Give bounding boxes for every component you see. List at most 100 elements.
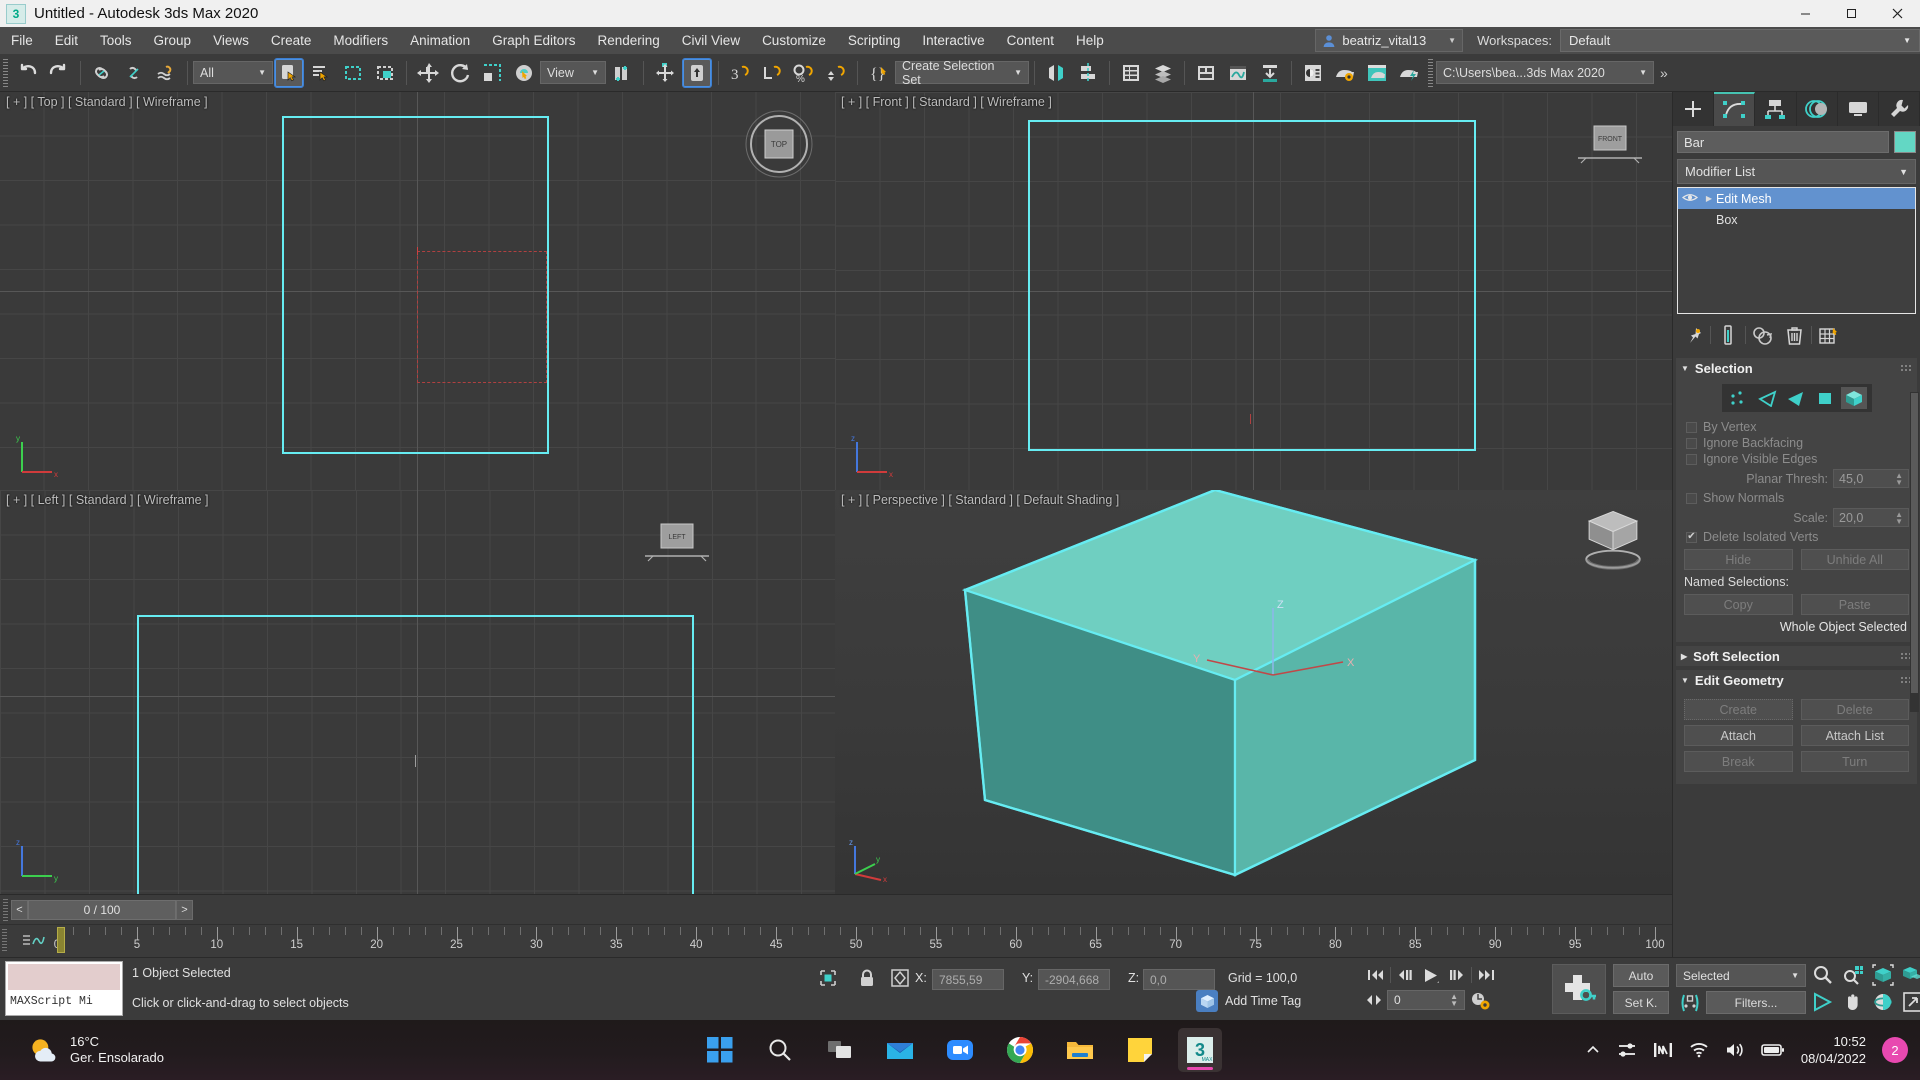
configure-sets-icon[interactable] [1815, 322, 1843, 348]
pan-hand-icon[interactable] [1842, 991, 1864, 1013]
zoom-app-button[interactable] [938, 1028, 982, 1072]
toolbar-overflow-button[interactable]: » [1660, 65, 1668, 81]
maxscript-mini-listener[interactable]: MAXScript Mi [5, 961, 123, 1016]
time-slider-drag-handle[interactable] [3, 898, 8, 921]
settings-sliders-icon[interactable] [1617, 1041, 1637, 1059]
break-button[interactable]: Break [1684, 751, 1793, 772]
maximize-viewport-icon[interactable] [1902, 991, 1920, 1013]
menu-item-edit[interactable]: Edit [44, 27, 89, 54]
undo-button[interactable] [12, 58, 42, 88]
time-slider-marker[interactable] [57, 927, 65, 953]
spinner-arrows-icon[interactable]: ▲ ▼ [1895, 471, 1903, 486]
menu-item-modifiers[interactable]: Modifiers [322, 27, 399, 54]
file-explorer-button[interactable] [1058, 1028, 1102, 1072]
hide-button[interactable]: Hide [1684, 549, 1793, 570]
object-color-swatch[interactable] [1894, 131, 1916, 153]
z-coord-field[interactable]: 0,0 [1143, 969, 1215, 990]
planar-thresh-field[interactable]: 45,0 ▲ ▼ [1833, 469, 1909, 488]
turn-button[interactable]: Turn [1800, 751, 1909, 772]
tab-motion[interactable] [1797, 92, 1838, 126]
intel-graphics-icon[interactable] [1653, 1041, 1673, 1059]
select-and-manipulate-button[interactable] [650, 58, 680, 88]
scale-field[interactable]: 20,0 ▲ ▼ [1833, 508, 1909, 527]
previous-frame-button[interactable] [1394, 964, 1416, 986]
rollout-header-soft-selection[interactable]: ▶ Soft Selection [1676, 646, 1917, 666]
scene-explorer-button[interactable] [1148, 58, 1178, 88]
delete-isolated-verts-checkbox[interactable]: ✔ [1686, 531, 1697, 543]
key-mode-toggle-icon[interactable] [1678, 992, 1702, 1014]
ignore-backfacing-row[interactable]: Ignore Backfacing [1686, 436, 1911, 450]
taskbar-search-button[interactable] [758, 1028, 802, 1072]
set-keys-button[interactable] [1552, 964, 1606, 1014]
start-button[interactable] [698, 1028, 742, 1072]
select-and-link-icon[interactable] [87, 58, 117, 88]
viewport-label-perspective[interactable]: [ + ] [ Perspective ] [ Standard ] [ Def… [841, 493, 1119, 507]
select-and-scale-button[interactable] [477, 58, 507, 88]
delete-isolated-verts-row[interactable]: ✔ Delete Isolated Verts [1686, 530, 1911, 544]
spinner-arrows-icon[interactable]: ▲ ▼ [1450, 993, 1458, 1008]
window-crossing-toggle-button[interactable] [370, 58, 400, 88]
show-normals-row[interactable]: Show Normals [1686, 491, 1911, 505]
use-pivot-point-center-button[interactable] [607, 58, 637, 88]
sub-object-face-button[interactable] [1783, 387, 1810, 409]
material-editor-button[interactable] [1298, 58, 1328, 88]
time-prev-frame-button[interactable]: < [11, 899, 28, 920]
track-bar-drag-handle[interactable] [2, 929, 7, 953]
sub-object-edge-button[interactable] [1754, 387, 1781, 409]
viewport-front[interactable]: [ + ] [ Front ] [ Standard ] [ Wireframe… [835, 92, 1672, 490]
minimize-button[interactable] [1782, 0, 1828, 27]
schematic-view-button[interactable] [1255, 58, 1285, 88]
ignore-visible-edges-row[interactable]: Ignore Visible Edges [1686, 452, 1911, 466]
curve-editor-button[interactable] [1223, 58, 1253, 88]
align-button[interactable] [1073, 58, 1103, 88]
view-cube-top[interactable]: TOP [741, 106, 817, 182]
spinner-snap-toggle-button[interactable]: % [789, 58, 819, 88]
field-of-view-icon[interactable] [1812, 991, 1834, 1013]
rollout-header-selection[interactable]: ▼ Selection [1676, 358, 1917, 378]
x-coord-field[interactable]: 7855,59 [932, 969, 1004, 990]
spinner-snap-arrows-button[interactable] [821, 58, 851, 88]
edit-named-selection-sets-button[interactable]: {} [864, 58, 894, 88]
viewport-left[interactable]: [ + ] [ Left ] [ Standard ] [ Wireframe … [0, 490, 835, 894]
menu-item-scripting[interactable]: Scripting [837, 27, 912, 54]
modifier-list-dropdown[interactable]: Modifier List ▼ [1677, 159, 1916, 184]
key-mode-arrows-icon[interactable] [1365, 993, 1383, 1007]
expand-triangle-icon[interactable]: ▶ [1702, 194, 1716, 203]
layer-explorer-button[interactable] [1116, 58, 1146, 88]
tab-utilities[interactable] [1879, 92, 1920, 126]
show-normals-checkbox[interactable] [1686, 492, 1697, 504]
by-vertex-row[interactable]: By Vertex [1686, 420, 1911, 434]
render-production-button[interactable] [1394, 58, 1424, 88]
menu-item-views[interactable]: Views [202, 27, 260, 54]
current-frame-field[interactable]: 0 ▲ ▼ [1387, 990, 1465, 1010]
viewport-label-top[interactable]: [ + ] [ Top ] [ Standard ] [ Wireframe ] [6, 95, 208, 109]
attach-button[interactable]: Attach [1684, 725, 1793, 746]
track-bar[interactable]: 0510152025303540455055606570758085909510… [0, 924, 1672, 957]
open-mini-curve-editor-icon[interactable] [22, 933, 46, 951]
select-and-place-button[interactable] [509, 58, 539, 88]
zoom-all-icon[interactable] [1842, 964, 1864, 986]
select-by-name-button[interactable] [306, 58, 336, 88]
scrollbar-thumb[interactable] [1911, 393, 1918, 693]
viewport-perspective[interactable]: Z X Y [ + ] [ Perspective ] [ Standard ]… [835, 490, 1672, 894]
pin-stack-icon[interactable] [1679, 322, 1707, 348]
menu-item-rendering[interactable]: Rendering [587, 27, 671, 54]
sub-object-vertex-button[interactable] [1726, 387, 1753, 409]
selection-lock-toggle[interactable] [858, 968, 876, 993]
mail-app-button[interactable] [878, 1028, 922, 1072]
tab-display[interactable] [1838, 92, 1879, 126]
copy-button[interactable]: Copy [1684, 594, 1793, 615]
viewport-label-left[interactable]: [ + ] [ Left ] [ Standard ] [ Wireframe … [6, 493, 209, 507]
play-animation-button[interactable] [1419, 964, 1443, 986]
viewport-top[interactable]: [ + ] [ Top ] [ Standard ] [ Wireframe ]… [0, 92, 835, 490]
task-view-button[interactable] [818, 1028, 862, 1072]
tab-create[interactable] [1673, 92, 1715, 126]
project-folder-combo[interactable]: C:\Users\bea...3ds Max 2020 ▼ [1436, 61, 1654, 84]
next-frame-button[interactable] [1446, 964, 1468, 986]
select-object-button[interactable] [274, 57, 304, 88]
unlink-selection-icon[interactable] [119, 58, 149, 88]
menu-item-content[interactable]: Content [996, 27, 1065, 54]
menu-item-help[interactable]: Help [1065, 27, 1115, 54]
go-to-end-button[interactable] [1475, 964, 1497, 986]
ignore-backfacing-checkbox[interactable] [1686, 437, 1697, 449]
